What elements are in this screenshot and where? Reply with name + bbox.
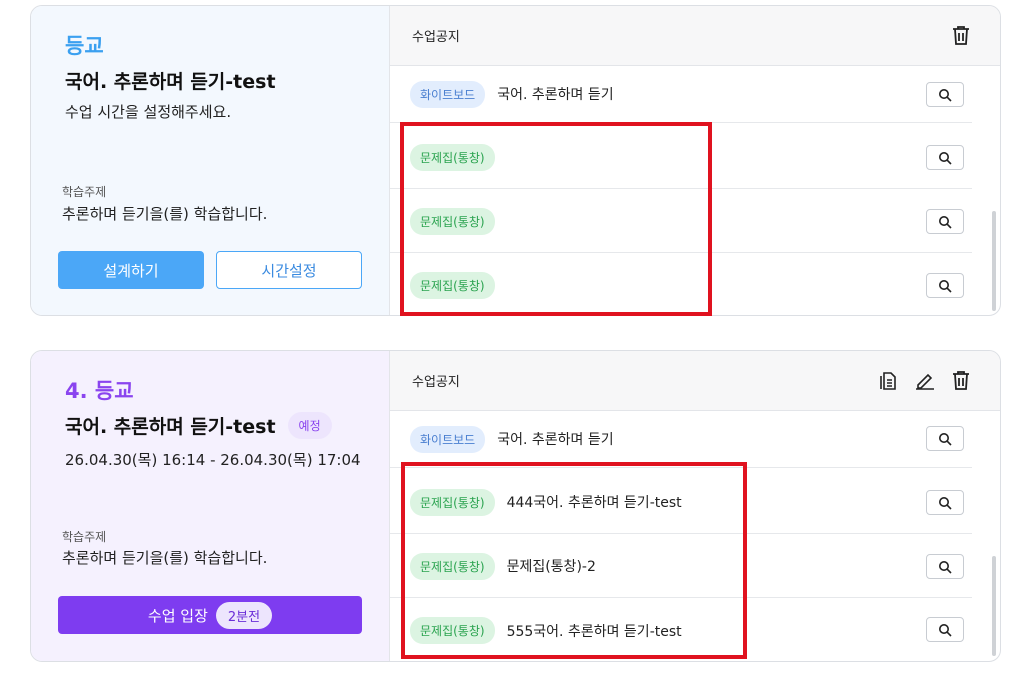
workbook-tag: 문제집(통창) <box>410 488 495 516</box>
notice-row: 문제집(통창) 문제집(통창)-2 <box>390 535 972 598</box>
topic-value: 추론하며 듣기을(를) 학습합니다. <box>62 205 268 223</box>
scrollbar[interactable] <box>992 211 996 311</box>
lesson-title: 국어. 추론하며 듣기-test 예정 <box>65 412 332 439</box>
period-title: 등교 <box>65 34 104 58</box>
notice-row-text: 555국어. 추론하며 듣기-test <box>506 623 682 640</box>
notice-row-text: 국어. 추론하며 듣기 <box>497 432 614 448</box>
notice-row: 화이트보드 국어. 추론하며 듣기 <box>390 66 972 123</box>
topic-label: 학습주제 <box>62 185 107 199</box>
notice-row: 문제집(통창) <box>390 190 972 253</box>
enter-class-label: 수업 입장 <box>147 606 208 625</box>
search-icon[interactable] <box>926 273 964 298</box>
search-icon[interactable] <box>926 426 964 451</box>
lesson-title-text: 국어. 추론하며 듣기-test <box>65 416 276 438</box>
workbook-tag: 문제집(통창) <box>410 207 495 235</box>
period-title: 4. 등교 <box>65 379 134 403</box>
topic-value: 추론하며 듣기을(를) 학습합니다. <box>62 549 268 567</box>
workbook-tag: 문제집(통창) <box>410 552 495 580</box>
search-icon[interactable] <box>926 82 964 107</box>
search-icon[interactable] <box>926 554 964 579</box>
time-setting-button[interactable]: 시간설정 <box>216 251 362 289</box>
search-icon[interactable] <box>926 617 964 642</box>
notice-row: 문제집(통창) <box>390 254 972 315</box>
lesson-info-panel: 등교 국어. 추론하며 듣기-test 수업 시간을 설정해주세요. 학습주제 … <box>31 6 390 315</box>
workbook-tag: 문제집(통창) <box>410 143 495 171</box>
search-icon[interactable] <box>926 490 964 515</box>
scrollbar[interactable] <box>992 556 996 656</box>
notice-row: 문제집(통창) <box>390 126 972 189</box>
edit-pencil-icon[interactable] <box>914 369 936 391</box>
search-icon[interactable] <box>926 209 964 234</box>
notice-header-label: 수업공지 <box>412 375 460 390</box>
notice-panel: 수업공지 화이트보드 국어. 추론하며 듣기 문제집(통창) 문제집(통창) 문… <box>390 6 1000 315</box>
trash-icon[interactable] <box>950 369 972 391</box>
notice-panel: 수업공지 화이트보드 국어. 추론하며 듣기 문제집(통창) 444국어. 추론… <box>390 351 1000 661</box>
enter-class-button[interactable]: 수업 입장 2분전 <box>58 596 362 634</box>
lesson-info-panel: 4. 등교 국어. 추론하며 듣기-test 예정 26.04.30(목) 16… <box>31 351 390 661</box>
lesson-card-2: 4. 등교 국어. 추론하며 듣기-test 예정 26.04.30(목) 16… <box>30 350 1001 662</box>
trash-icon[interactable] <box>950 24 972 46</box>
copy-document-icon[interactable] <box>878 369 900 391</box>
notice-row: 문제집(통창) 444국어. 추론하며 듣기-test <box>390 471 972 534</box>
topic-label: 학습주제 <box>62 530 107 544</box>
notice-row-text: 444국어. 추론하며 듣기-test <box>506 495 682 511</box>
workbook-tag: 문제집(통창) <box>410 617 495 644</box>
notice-row-text: 국어. 추론하며 듣기 <box>497 87 614 103</box>
design-button[interactable]: 설계하기 <box>58 251 204 289</box>
time-setting-hint: 수업 시간을 설정해주세요. <box>65 103 232 121</box>
whiteboard-tag: 화이트보드 <box>410 80 486 108</box>
search-icon[interactable] <box>926 145 964 170</box>
lesson-title-text: 국어. 추론하며 듣기-test <box>65 71 276 93</box>
notice-header-label: 수업공지 <box>412 30 460 45</box>
lesson-datetime: 26.04.30(목) 16:14 - 26.04.30(목) 17:04 <box>65 451 361 469</box>
notice-header: 수업공지 <box>390 6 1000 66</box>
notice-header: 수업공지 <box>390 351 1000 411</box>
notice-row-text: 문제집(통창)-2 <box>506 559 596 575</box>
workbook-tag: 문제집(통창) <box>410 272 495 299</box>
lesson-card-1: 등교 국어. 추론하며 듣기-test 수업 시간을 설정해주세요. 학습주제 … <box>30 5 1001 316</box>
notice-row: 화이트보드 국어. 추론하며 듣기 <box>390 411 972 468</box>
whiteboard-tag: 화이트보드 <box>410 425 486 453</box>
notice-row: 문제집(통창) 555국어. 추론하며 듣기-test <box>390 599 972 661</box>
minutes-before-badge: 2분전 <box>215 601 273 629</box>
status-badge: 예정 <box>287 412 332 439</box>
lesson-title: 국어. 추론하며 듣기-test <box>65 67 276 94</box>
